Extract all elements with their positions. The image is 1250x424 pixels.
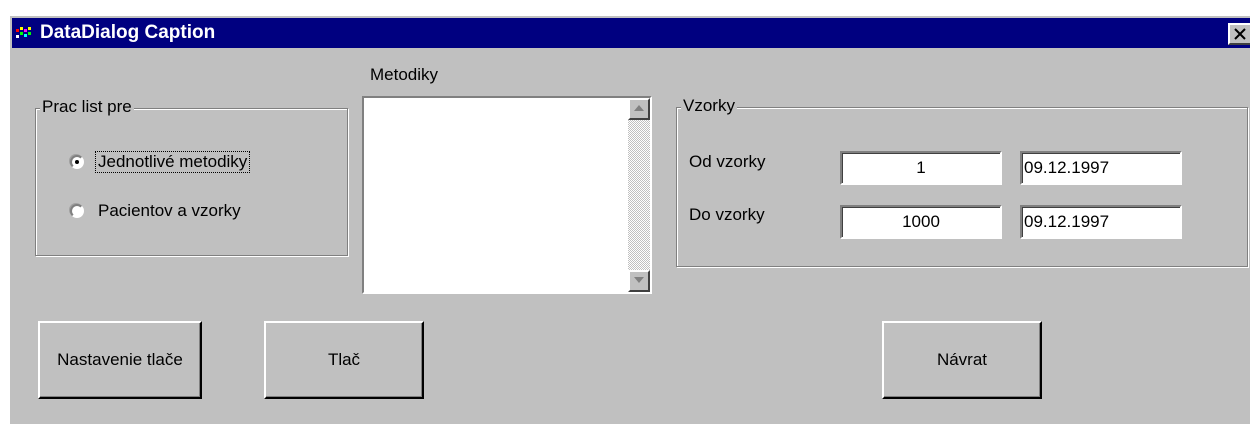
print-setup-button[interactable]: Nastavenie tlače (38, 321, 202, 399)
methods-label: Metodiky (370, 65, 439, 84)
print-button-label: Tlač (327, 350, 361, 369)
scroll-up-button[interactable] (628, 98, 650, 120)
print-button[interactable]: Tlač (264, 321, 424, 399)
to-sample-number-field[interactable]: 1000 (840, 205, 1002, 239)
samples-groupbox: Vzorky Od vzorky 1 09.12.1997 Do vzorky … (676, 96, 1248, 267)
window-title: DataDialog Caption (40, 22, 216, 43)
samples-group-title: Vzorky (681, 96, 737, 116)
title-bar[interactable]: DataDialog Caption (12, 18, 1250, 48)
close-button[interactable] (1228, 23, 1250, 45)
scroll-up-arrow-icon (634, 105, 644, 111)
scroll-down-arrow-icon (634, 277, 644, 283)
from-sample-date-field[interactable]: 09.12.1997 (1020, 151, 1182, 185)
back-button[interactable]: Návrat (882, 321, 1042, 399)
methods-listbox[interactable] (362, 96, 652, 294)
radio-button-selected[interactable] (70, 155, 84, 169)
radio-individual-methods[interactable]: Jednotlivé metodiky (70, 151, 330, 175)
from-sample-number-field[interactable]: 1 (840, 151, 1002, 185)
scroll-down-button[interactable] (628, 270, 650, 292)
dialog-window: DataDialog Caption Prac list pre Jednotl… (8, 14, 1250, 424)
to-sample-label: Do vzorky (689, 205, 765, 224)
radio-label-individual-methods[interactable]: Jednotlivé metodiky (94, 151, 251, 173)
radio-patients-samples[interactable]: Pacientov a vzorky (70, 200, 330, 224)
back-button-label: Návrat (936, 350, 988, 369)
worksheet-groupbox: Prac list pre Jednotlivé metodiky Pacien… (35, 97, 348, 256)
close-icon (1234, 28, 1246, 40)
radio-dot (75, 160, 79, 164)
print-setup-button-label: Nastavenie tlače (57, 350, 183, 369)
methods-scrollbar[interactable] (628, 98, 650, 292)
radio-button[interactable] (70, 204, 84, 218)
to-sample-date-field[interactable]: 09.12.1997 (1020, 205, 1182, 239)
radio-label-patients-samples[interactable]: Pacientov a vzorky (96, 201, 243, 221)
app-icon (16, 27, 31, 38)
from-sample-label: Od vzorky (689, 152, 766, 171)
worksheet-group-title: Prac list pre (40, 97, 134, 117)
